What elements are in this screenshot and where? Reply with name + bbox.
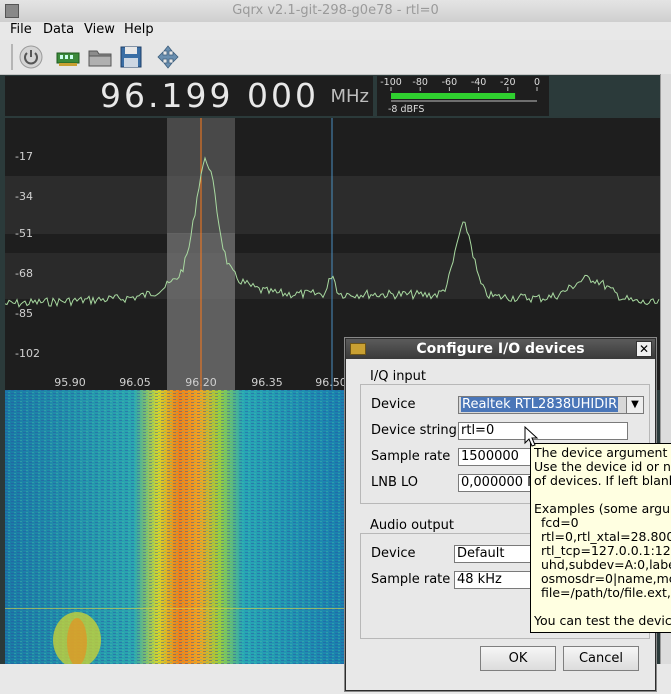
tooltip-line: rtl=0,rtl_xtal=28.800 (541, 529, 671, 544)
meter-tick-label: 0 (534, 77, 540, 88)
audio-rate-label: Sample rate (371, 572, 451, 587)
close-icon[interactable]: ✕ (636, 341, 652, 357)
frequency-unit: MHz (330, 86, 369, 107)
audio-output-title: Audio output (368, 518, 456, 533)
menu-data[interactable]: Data (43, 22, 74, 37)
dialog-titlebar[interactable]: Configure I/O devices ✕ (346, 339, 655, 359)
x-tick-label: 96.50 (315, 376, 347, 389)
y-tick-label: -68 (15, 267, 33, 280)
y-tick-label: -85 (15, 307, 33, 320)
menu-view[interactable]: View (84, 22, 115, 37)
y-tick-label: -102 (15, 347, 40, 360)
save-icon[interactable] (117, 43, 145, 71)
meter-tick-label: -40 (471, 77, 487, 88)
device-label: Device (371, 397, 416, 412)
device-icon[interactable] (54, 43, 82, 71)
tooltip-line: Use the device id or n (534, 459, 671, 474)
tooltip-line: uhd,subdev=A:0,labe (541, 557, 671, 572)
toolbar (0, 40, 671, 75)
waterfall-display[interactable] (5, 390, 345, 664)
tooltip-line: You can test the devic (534, 613, 671, 628)
tooltip-line: of devices. If left blank (534, 473, 671, 488)
y-tick-label: -34 (15, 190, 33, 203)
tooltip-line: file=/path/to/file.ext,f (541, 585, 671, 600)
meter-tick-label: -80 (412, 77, 428, 88)
frequency-value[interactable]: 96.199 000 (100, 76, 319, 116)
sample-rate-label: Sample rate (371, 449, 451, 464)
x-tick-label: 96.35 (251, 376, 283, 389)
tooltip-line (534, 488, 671, 502)
meter-level-bar (391, 93, 516, 99)
tooltip-line: Examples (some argum (534, 501, 671, 516)
tooltip-line: fcd=0 (541, 515, 579, 530)
x-tick-label: 96.05 (119, 376, 151, 389)
resize-icon[interactable] (154, 43, 182, 71)
device-string-input[interactable]: rtl=0 (458, 422, 628, 440)
menu-file[interactable]: File (10, 22, 32, 37)
y-tick-label: -51 (15, 227, 33, 240)
y-tick-label: -17 (15, 150, 33, 163)
tooltip-line: rtl_tcp=127.0.0.1:12 (541, 543, 671, 558)
waterfall-svg (5, 390, 345, 664)
meter-tick-label: -100 (380, 77, 402, 88)
tooltip-line (534, 600, 671, 614)
audio-device-label: Device (371, 546, 416, 561)
iq-input-title: I/Q input (368, 369, 429, 384)
mouse-cursor-icon (524, 426, 539, 447)
device-string-tooltip: The device argument i Use the device id … (530, 443, 671, 633)
meter-tick-label: -20 (500, 77, 516, 88)
x-tick-label: 95.90 (54, 376, 86, 389)
device-select[interactable]: Realtek RTL2838UHIDIR ▼ (458, 396, 644, 414)
menubar: File Data View Help (0, 22, 671, 40)
window-titlebar[interactable]: Gqrx v2.1-git-298-g0e78 - rtl=0 (0, 0, 671, 23)
signal-meter: -100 -80 -60 -40 -20 0 -8 dBFS (377, 76, 549, 116)
device-string-label: Device string (371, 423, 457, 438)
device-select-value: Realtek RTL2838UHIDIR (461, 397, 619, 412)
toolbar-grip (11, 44, 13, 70)
tooltip-line: The device argument i (534, 445, 671, 460)
lnb-lo-label: LNB LO (371, 475, 419, 490)
folder-icon[interactable] (86, 43, 114, 71)
ok-button[interactable]: OK (480, 646, 556, 671)
meter-tick-label: -60 (442, 77, 458, 88)
dialog-title: Configure I/O devices (416, 341, 585, 357)
meter-readout: -8 dBFS (388, 104, 425, 115)
power-icon[interactable] (17, 43, 45, 71)
frequency-display[interactable]: 96.199 000 MHz (5, 76, 373, 116)
cancel-button[interactable]: Cancel (563, 646, 639, 671)
tooltip-line: osmosdr=0|name,mc (541, 571, 671, 586)
menu-help[interactable]: Help (124, 22, 154, 37)
chevron-down-icon[interactable]: ▼ (626, 397, 643, 413)
window-title: Gqrx v2.1-git-298-g0e78 - rtl=0 (232, 3, 439, 18)
